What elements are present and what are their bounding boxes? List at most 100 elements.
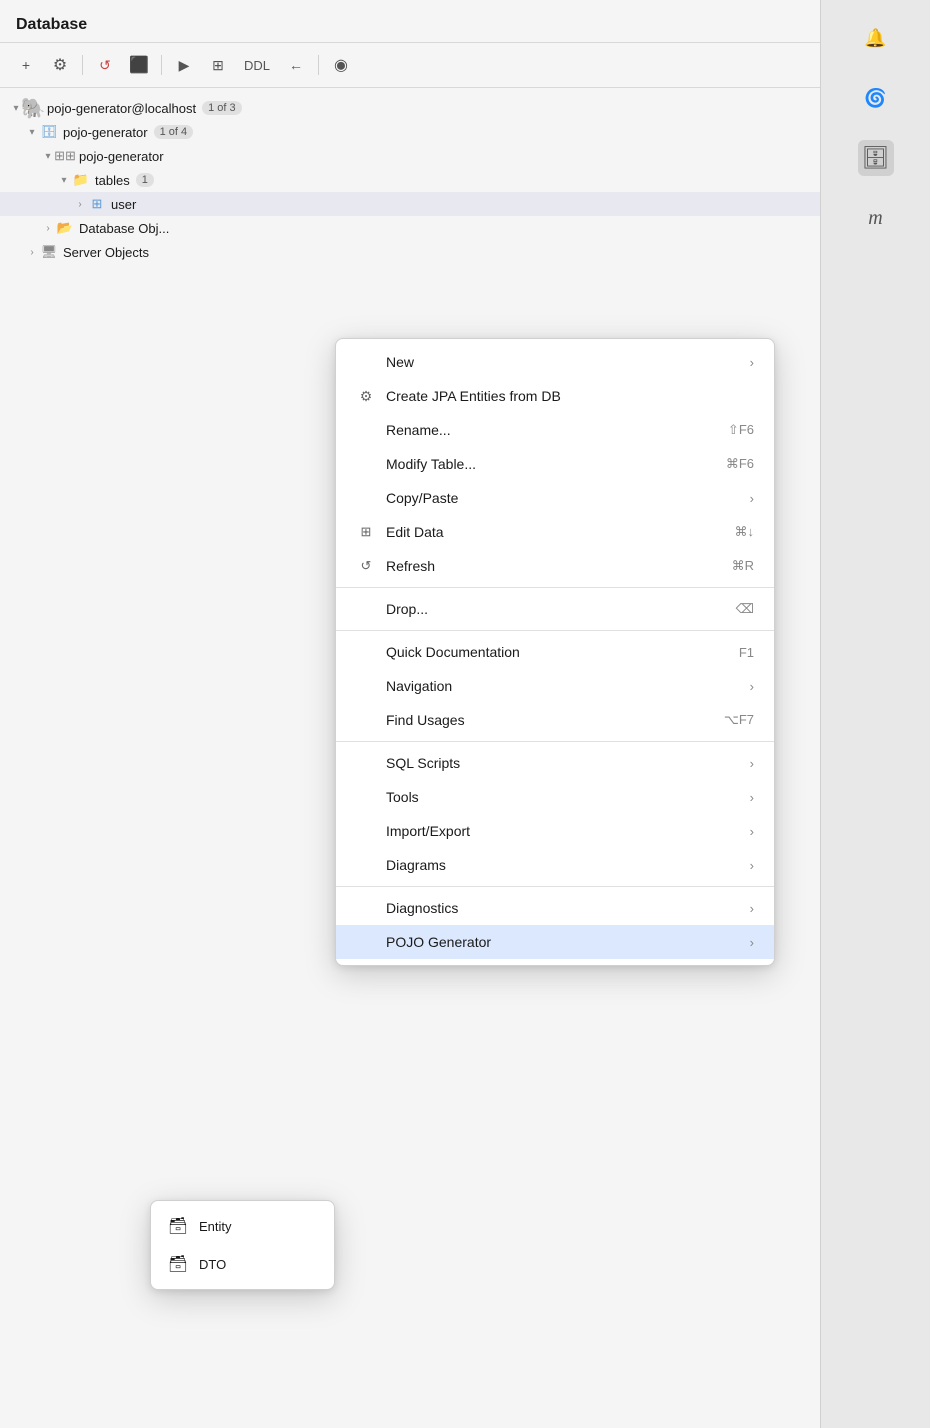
sub-menu-entity-label: Entity <box>199 1219 232 1234</box>
database-sidebar-icon[interactable]: 🗄 <box>858 140 894 176</box>
menu-item-drop[interactable]: Drop... ⌫ <box>336 592 774 626</box>
quick-doc-shortcut: F1 <box>739 645 754 660</box>
db-settings-button[interactable]: ⚙ <box>46 51 74 79</box>
menu-item-copy-paste[interactable]: Copy/Paste › <box>336 481 774 515</box>
sub-menu-dto[interactable]: 🗃 DTO <box>151 1245 334 1283</box>
menu-item-drop-label: Drop... <box>386 601 720 617</box>
menu-item-refresh-label: Refresh <box>386 558 716 574</box>
menu-item-pojo-generator[interactable]: POJO Generator › <box>336 925 774 959</box>
tree-item-dbobj[interactable]: 📂 Database Obj... <box>0 216 820 240</box>
edit-data-shortcut: ⌘↓ <box>735 524 755 540</box>
menu-item-sql-label: SQL Scripts <box>386 755 742 771</box>
navigation-icon <box>356 676 376 696</box>
menu-item-diagrams[interactable]: Diagrams › <box>336 848 774 882</box>
menu-item-quick-doc[interactable]: Quick Documentation F1 <box>336 635 774 669</box>
menu-item-tools[interactable]: Tools › <box>336 780 774 814</box>
sql-icon <box>356 753 376 773</box>
context-menu: New › ⚙ Create JPA Entities from DB Rena… <box>335 338 775 966</box>
tree-item-db[interactable]: 🗄 pojo-generator 1 of 4 <box>0 120 820 144</box>
tree-label-user: user <box>111 197 136 212</box>
copy-paste-icon <box>356 488 376 508</box>
menu-item-refresh[interactable]: ↺ Refresh ⌘R <box>336 549 774 583</box>
dbobj-icon: 📂 <box>56 219 74 237</box>
menu-item-diagnostics[interactable]: Diagnostics › <box>336 891 774 925</box>
menu-item-diag-label: Diagnostics <box>386 900 742 916</box>
separator-2 <box>336 630 774 631</box>
ddl-button[interactable]: DDL <box>238 56 276 75</box>
drop-icon <box>356 599 376 619</box>
menu-item-import-label: Import/Export <box>386 823 742 839</box>
tree-item-root[interactable]: 🐘 pojo-generator@localhost 1 of 3 <box>0 96 820 120</box>
header: Database <box>0 0 820 43</box>
menu-item-nav-label: Navigation <box>386 678 742 694</box>
page-title: Database <box>16 16 87 33</box>
stop-button[interactable]: ⬛ <box>125 51 153 79</box>
quick-doc-icon <box>356 642 376 662</box>
separator-4 <box>336 886 774 887</box>
add-button[interactable]: + <box>12 51 40 79</box>
rename-shortcut: ⇧F6 <box>728 422 754 438</box>
menu-item-find-usages[interactable]: Find Usages ⌥F7 <box>336 703 774 737</box>
import-icon <box>356 821 376 841</box>
jpa-icon: ⚙ <box>356 386 376 406</box>
menu-item-quickdoc-label: Quick Documentation <box>386 644 723 660</box>
tree-arrow-servobj <box>24 244 40 260</box>
sub-menu-entity[interactable]: 🗃 Entity <box>151 1207 334 1245</box>
tree-arrow-dbobj <box>40 220 56 236</box>
separator-1 <box>336 587 774 588</box>
menu-item-tools-label: Tools <box>386 789 742 805</box>
servobj-icon: 🖥 <box>40 243 58 261</box>
menu-item-import-export[interactable]: Import/Export › <box>336 814 774 848</box>
refresh-button[interactable]: ↺ <box>91 51 119 79</box>
pojo-icon <box>356 932 376 952</box>
run-button[interactable]: ▶ <box>170 51 198 79</box>
separator-3 <box>336 741 774 742</box>
menu-item-sql-scripts[interactable]: SQL Scripts › <box>336 746 774 780</box>
tree-container: 🐘 pojo-generator@localhost 1 of 3 🗄 pojo… <box>0 88 820 272</box>
diagnostics-icon <box>356 898 376 918</box>
edit-data-icon: ⊞ <box>356 522 376 542</box>
menu-item-edit-label: Edit Data <box>386 524 719 540</box>
right-sidebar: 🔔 🌀 🗄 m <box>820 0 930 1428</box>
diagnostics-arrow: › <box>750 901 754 916</box>
menu-item-create-jpa[interactable]: ⚙ Create JPA Entities from DB <box>336 379 774 413</box>
sql-arrow: › <box>750 756 754 771</box>
menu-item-pojo-label: POJO Generator <box>386 934 742 950</box>
find-shortcut: ⌥F7 <box>724 712 754 728</box>
menu-item-rename[interactable]: Rename... ⇧F6 <box>336 413 774 447</box>
tree-item-schema[interactable]: ⊞⊞ pojo-generator <box>0 144 820 168</box>
diagrams-arrow: › <box>750 858 754 873</box>
grid-button[interactable]: ⊞ <box>204 51 232 79</box>
tree-label-db: pojo-generator <box>63 125 148 140</box>
menu-item-modify[interactable]: Modify Table... ⌘F6 <box>336 447 774 481</box>
menu-item-new[interactable]: New › <box>336 345 774 379</box>
tree-label-schema: pojo-generator <box>79 149 164 164</box>
modify-icon <box>356 454 376 474</box>
tree-badge-tables: 1 <box>136 173 154 187</box>
menu-item-rename-label: Rename... <box>386 422 712 438</box>
tools-icon <box>356 787 376 807</box>
eye-button[interactable]: ◉ <box>327 51 355 79</box>
refresh-shortcut: ⌘R <box>732 558 754 574</box>
new-arrow: › <box>750 355 754 370</box>
table-icon: ⊞ <box>88 195 106 213</box>
db-icon: 🗄 <box>40 123 58 141</box>
menu-item-edit-data[interactable]: ⊞ Edit Data ⌘↓ <box>336 515 774 549</box>
tree-item-user[interactable]: ⊞ user <box>0 192 820 216</box>
bell-icon[interactable]: 🔔 <box>858 20 894 56</box>
refresh-icon: ↺ <box>356 556 376 576</box>
tree-item-tables[interactable]: 📁 tables 1 <box>0 168 820 192</box>
spiral-icon[interactable]: 🌀 <box>858 80 894 116</box>
tree-arrow-db <box>24 124 40 140</box>
jump-button[interactable]: ← <box>282 51 310 79</box>
m-icon[interactable]: m <box>858 200 894 236</box>
entity-icon: 🗃 <box>167 1215 189 1237</box>
menu-item-modify-label: Modify Table... <box>386 456 710 472</box>
menu-item-navigation[interactable]: Navigation › <box>336 669 774 703</box>
toolbar: + ⚙ ↺ ⬛ ▶ ⊞ DDL ← ◉ <box>0 43 820 88</box>
toolbar-separator-2 <box>161 55 162 75</box>
tree-arrow-user <box>72 196 88 212</box>
copy-paste-arrow: › <box>750 491 754 506</box>
new-icon <box>356 352 376 372</box>
tree-item-servobj[interactable]: 🖥 Server Objects <box>0 240 820 264</box>
